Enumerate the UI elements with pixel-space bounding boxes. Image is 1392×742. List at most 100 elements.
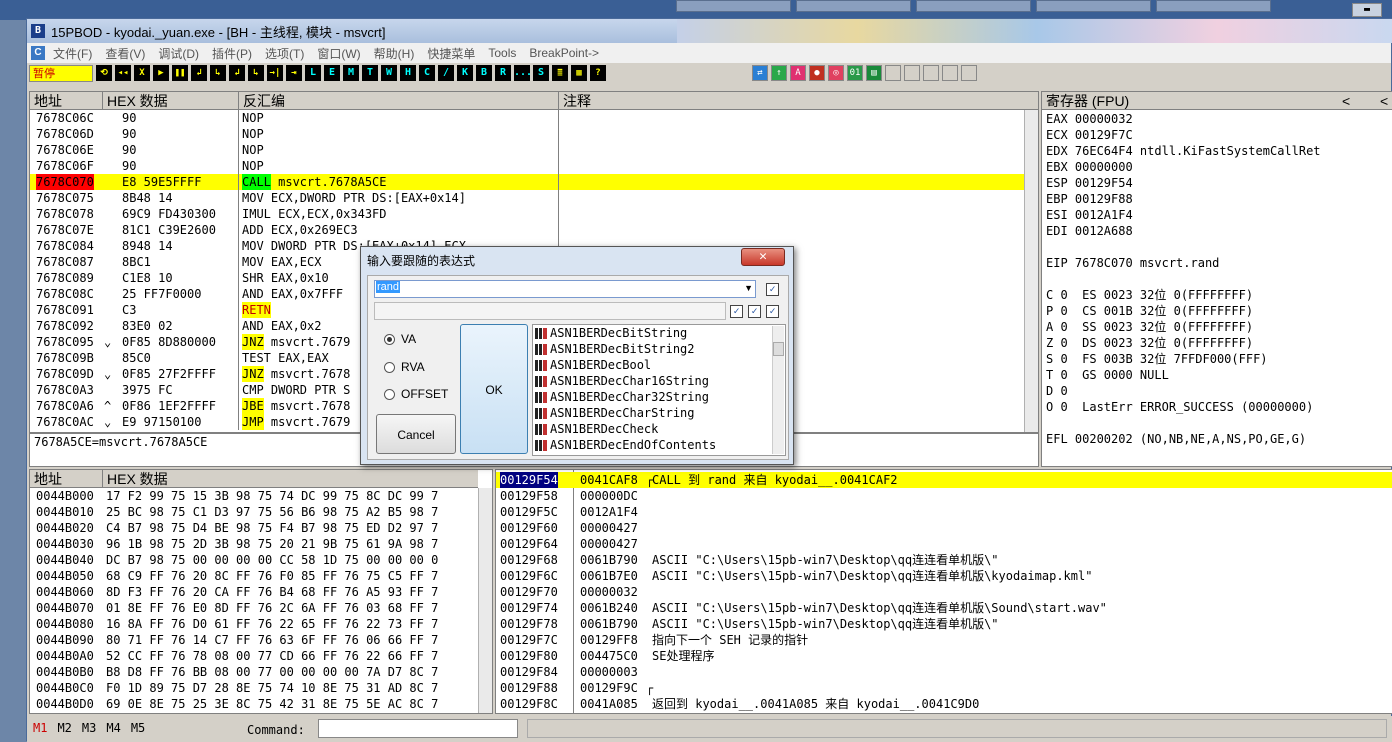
taskbar-button[interactable] xyxy=(1156,0,1271,12)
function-list-item[interactable]: ASN1BERDecChar16String xyxy=(533,373,785,389)
checkbox[interactable]: ✓ xyxy=(766,283,779,296)
dump-row[interactable]: 0044B020 C4 B7 98 75 D4 BE 98 75 F4 B7 98… xyxy=(30,520,478,536)
toolbar-extra-button[interactable]: ↑ xyxy=(771,65,787,81)
toolbar-blank-button[interactable] xyxy=(885,65,901,81)
menu-shortcut[interactable]: 快捷菜单 xyxy=(427,45,475,62)
dump-row[interactable]: 0044B0D0 69 0E 8E 75 25 3E 8C 75 42 31 8E… xyxy=(30,696,478,712)
stack-row[interactable]: 00129F8C 0041A085 返回到 kyodai__.0041A085 来自… xyxy=(496,696,1392,712)
register-line[interactable]: ESP 00129F54 xyxy=(1046,175,1321,191)
toolbar-button[interactable]: K xyxy=(457,65,473,81)
register-line[interactable]: A 0 SS 0023 32位 0(FFFFFFFF) xyxy=(1046,319,1321,335)
register-line[interactable]: EBP 00129F88 xyxy=(1046,191,1321,207)
toolbar-button[interactable]: ? xyxy=(590,65,606,81)
toolbar-blank-button[interactable] xyxy=(942,65,958,81)
toolbar-button[interactable]: ⇥ xyxy=(286,65,302,81)
col-header-address[interactable]: 地址 xyxy=(30,92,102,110)
taskbar-button[interactable] xyxy=(676,0,791,12)
dump-row[interactable]: 0044B070 01 8E FF 76 E0 8D FF 76 2C 6A FF… xyxy=(30,600,478,616)
menu-file[interactable]: 文件(F) xyxy=(53,45,92,62)
toolbar-button[interactable]: E xyxy=(324,65,340,81)
cancel-button[interactable]: Cancel xyxy=(376,414,456,454)
stack-row[interactable]: 00129F84 00000003 xyxy=(496,664,1392,680)
menu-options[interactable]: 选项(T) xyxy=(265,45,304,62)
stack-row[interactable]: 00129F64 00000427 xyxy=(496,536,1392,552)
stack-row[interactable]: 00129F74 0061B240 ASCII "C:\Users\15pb-win… xyxy=(496,600,1392,616)
memory-tab-3[interactable]: M3 xyxy=(82,721,96,735)
minimize-icon[interactable]: ▬ xyxy=(1352,3,1382,17)
expression-combobox[interactable]: rand ▼ xyxy=(374,280,756,298)
stack-row[interactable]: 00129F60 00000427 xyxy=(496,520,1392,536)
col-header-hex[interactable]: HEX 数据 xyxy=(102,92,238,110)
toolbar-blank-button[interactable] xyxy=(904,65,920,81)
function-list-item[interactable]: ASN1BERDecBool xyxy=(533,357,785,373)
toolbar-button[interactable]: B xyxy=(476,65,492,81)
chevron-down-icon[interactable]: ▼ xyxy=(744,283,753,293)
toolbar-extra-button[interactable]: A xyxy=(790,65,806,81)
disasm-row[interactable]: 7678C070 E8 59E5FFFF CALL msvcrt.7678A5CE xyxy=(30,174,1024,190)
dump-row[interactable]: 0044B0A0 52 CC FF 76 78 08 00 77 CD 66 FF… xyxy=(30,648,478,664)
function-list-scrollbar[interactable] xyxy=(772,326,784,454)
toolbar-button[interactable]: ↲ xyxy=(191,65,207,81)
register-line[interactable]: ST0 empty -??? FFFF 00000000 FF7194D4 xyxy=(1046,463,1321,466)
menu-plugins[interactable]: 插件(P) xyxy=(212,45,252,62)
toolbar-button[interactable]: ❚❚ xyxy=(172,65,188,81)
dump-row[interactable]: 0044B040 DC B7 98 75 00 00 00 00 CC 58 1D… xyxy=(30,552,478,568)
toolbar-button[interactable]: T xyxy=(362,65,378,81)
chevron-left-icon[interactable]: < xyxy=(1380,92,1388,110)
function-list-item[interactable]: ASN1BERDecCheck xyxy=(533,421,785,437)
radio-rva[interactable]: RVA xyxy=(384,360,425,374)
disasm-row[interactable]: 7678C06C 90 NOP xyxy=(30,110,1024,126)
register-line[interactable]: Z 0 DS 0023 32位 0(FFFFFFFF) xyxy=(1046,335,1321,351)
menu-window[interactable]: 窗口(W) xyxy=(317,45,360,62)
toolbar-button[interactable]: ↳ xyxy=(210,65,226,81)
dump-row[interactable]: 0044B060 8D F3 FF 76 20 CA FF 76 B4 68 FF… xyxy=(30,584,478,600)
dump-col-hex[interactable]: HEX 数据 xyxy=(102,470,478,488)
command-input[interactable] xyxy=(318,719,518,738)
dump-row[interactable]: 0044B0C0 F0 1D 89 75 D7 28 8E 75 74 10 8E… xyxy=(30,680,478,696)
c-icon[interactable]: C xyxy=(31,46,45,60)
dump-row[interactable]: 0044B030 96 1B 98 75 2D 3B 98 75 20 21 9B… xyxy=(30,536,478,552)
dump-row[interactable]: 0044B090 80 71 FF 76 14 C7 FF 76 63 6F FF… xyxy=(30,632,478,648)
disasm-row[interactable]: 7678C07E 81C1 C39E2600 ADD ECX,0x269EC3 xyxy=(30,222,1024,238)
register-line[interactable]: ESI 0012A1F4 xyxy=(1046,207,1321,223)
function-list-item[interactable]: ASN1BERDecBitString xyxy=(533,325,785,341)
expression-value[interactable]: rand xyxy=(376,281,401,293)
toolbar-button[interactable]: ▦ xyxy=(571,65,587,81)
register-line[interactable] xyxy=(1046,271,1321,287)
register-line[interactable]: EIP 7678C070 msvcrt.rand xyxy=(1046,255,1321,271)
toolbar-button[interactable]: X xyxy=(134,65,150,81)
disasm-row[interactable]: 7678C078 69C9 FD430300 IMUL ECX,ECX,0x343F… xyxy=(30,206,1024,222)
memory-tab-5[interactable]: M5 xyxy=(131,721,145,735)
toolbar-extra-button[interactable]: ◎ xyxy=(828,65,844,81)
register-line[interactable]: C 0 ES 0023 32位 0(FFFFFFFF) xyxy=(1046,287,1321,303)
checkbox[interactable]: ✓ xyxy=(766,305,779,318)
menu-view[interactable]: 查看(V) xyxy=(105,45,145,62)
radio-va[interactable]: VA xyxy=(384,332,416,346)
ok-button[interactable]: OK xyxy=(460,324,528,454)
menu-debug[interactable]: 调试(D) xyxy=(158,45,199,62)
register-line[interactable] xyxy=(1046,415,1321,431)
toolbar-button[interactable]: M xyxy=(343,65,359,81)
register-line[interactable] xyxy=(1046,239,1321,255)
toolbar-button[interactable]: ◂◂ xyxy=(115,65,131,81)
stack-row[interactable]: 00129F70 00000032 xyxy=(496,584,1392,600)
disasm-row[interactable]: 7678C06E 90 NOP xyxy=(30,142,1024,158)
toolbar-button[interactable]: S xyxy=(533,65,549,81)
toolbar-button[interactable]: ▶ xyxy=(153,65,169,81)
disasm-row[interactable]: 7678C06F 90 NOP xyxy=(30,158,1024,174)
register-line[interactable]: D 0 xyxy=(1046,383,1321,399)
register-line[interactable]: EDI 0012A688 xyxy=(1046,223,1321,239)
stack-row[interactable]: 00129F6C 0061B7E0 ASCII "C:\Users\15pb-win… xyxy=(496,568,1392,584)
toolbar-blank-button[interactable] xyxy=(923,65,939,81)
toolbar-blank-button[interactable] xyxy=(961,65,977,81)
memory-tab-2[interactable]: M2 xyxy=(57,721,71,735)
stack-row[interactable]: 00129F54 0041CAF8 ┌ CALL 到 rand 来自 kyodai__… xyxy=(496,472,1392,488)
memory-tab-1[interactable]: M1 xyxy=(33,721,47,735)
menu-breakpoint[interactable]: BreakPoint-> xyxy=(529,46,599,60)
register-line[interactable]: EFL 00200202 (NO,NB,NE,A,NS,PO,GE,G) xyxy=(1046,431,1321,447)
toolbar-extra-button[interactable]: ⇄ xyxy=(752,65,768,81)
register-line[interactable] xyxy=(1046,447,1321,463)
stack-row[interactable]: 00129F80 004475C0 SE处理程序 xyxy=(496,648,1392,664)
dump-row[interactable]: 0044B080 16 8A FF 76 D0 61 FF 76 22 65 FF… xyxy=(30,616,478,632)
disasm-row[interactable]: 7678C075 8B48 14 MOV ECX,DWORD PTR DS:[EAX… xyxy=(30,190,1024,206)
